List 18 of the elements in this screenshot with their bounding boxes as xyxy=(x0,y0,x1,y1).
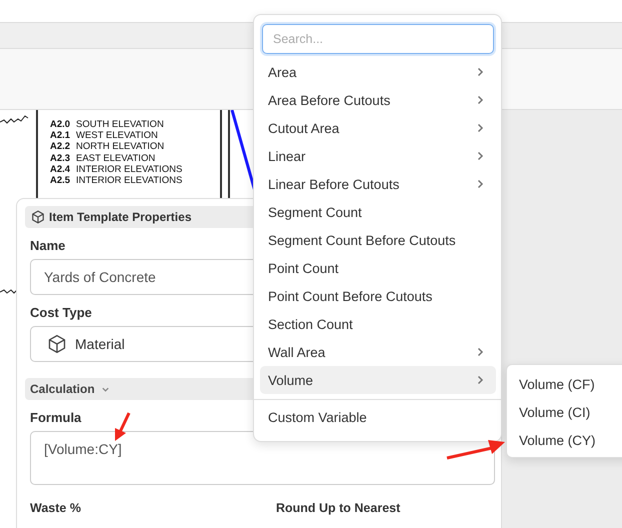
sheet-title: INTERIOR ELEVATIONS xyxy=(76,164,182,176)
field-label: Name xyxy=(30,238,66,253)
sheet-number: A2.3 xyxy=(50,152,72,164)
sheet-title: INTERIOR ELEVATIONS xyxy=(76,175,182,186)
field-label: Cost Type xyxy=(30,305,92,320)
sheet-number: A2.5 xyxy=(50,175,72,186)
sheet-number: A2.0 xyxy=(50,119,72,130)
sheet-number: A2.1 xyxy=(50,130,72,142)
sheet-title: EAST ELEVATION xyxy=(76,152,156,164)
sheet-title: NORTH ELEVATION xyxy=(76,141,164,153)
field-label: Round Up to Nearest xyxy=(276,501,400,515)
sheet-number: A2.4 xyxy=(50,164,72,176)
sheet-title: WEST ELEVATION xyxy=(76,130,158,142)
sheet-number: A2.2 xyxy=(50,141,72,153)
sheet-title: SOUTH ELEVATION xyxy=(76,119,164,130)
panel-title: Item Template Properties xyxy=(49,210,192,224)
field-label: Formula xyxy=(30,410,82,425)
field-label: Waste % xyxy=(30,501,81,515)
